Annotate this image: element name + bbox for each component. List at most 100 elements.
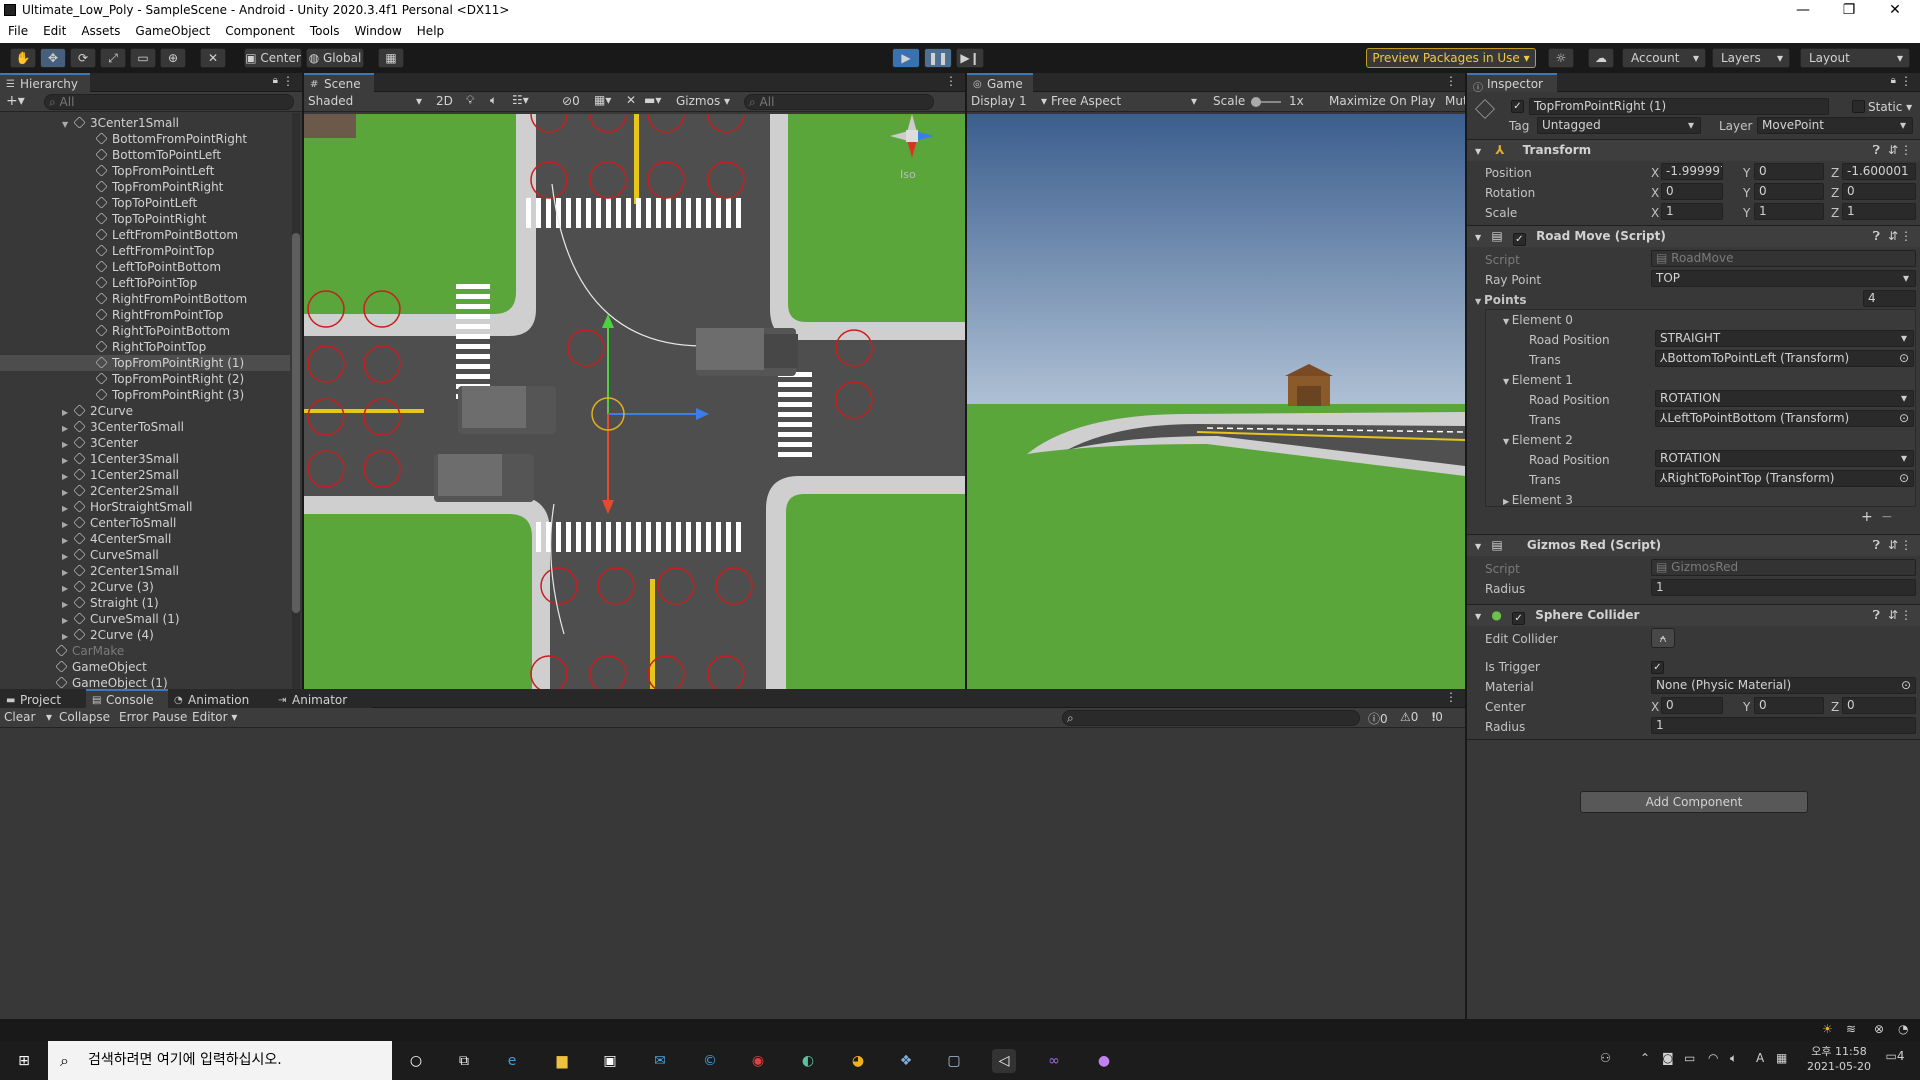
wifi-icon[interactable]: ◠ <box>1708 1051 1718 1065</box>
element-3-foldout[interactable]: ▶ Element 3 <box>1503 493 1573 507</box>
center-z-field[interactable]: 0 <box>1842 697 1916 714</box>
ray-point-dropdown[interactable]: TOP <box>1651 270 1916 287</box>
rotation-y-field[interactable]: 0 <box>1754 183 1824 200</box>
scale-tool-icon[interactable]: ⤢ <box>100 48 126 68</box>
pause-button[interactable]: ❚❚ <box>924 48 952 68</box>
rotate-tool-icon[interactable]: ⟳ <box>70 48 96 68</box>
tab-console[interactable]: ▤ Console <box>86 689 168 708</box>
tools-icon[interactable]: ✕ <box>626 93 636 107</box>
static-dropdown[interactable]: Static ▾ <box>1868 100 1912 114</box>
game-viewport[interactable] <box>967 114 1465 689</box>
notifications-button[interactable]: ▭4 <box>1880 1049 1910 1073</box>
remove-element-button[interactable]: − <box>1881 509 1893 525</box>
menu-tools[interactable]: Tools <box>302 22 347 38</box>
store-icon[interactable]: ▣ <box>598 1049 622 1073</box>
visual-studio-icon[interactable]: ∞ <box>1042 1049 1066 1073</box>
2d-toggle[interactable]: 2D <box>436 94 453 108</box>
scene-search-input[interactable]: ⌕ All <box>744 94 934 110</box>
preset-icon[interactable]: ⇵ <box>1888 140 1898 161</box>
pivot-center-button[interactable]: ▣ Center <box>244 48 302 68</box>
keyboard-icon[interactable]: ▦ <box>1776 1051 1787 1065</box>
hierarchy-item[interactable]: ▶ 2Center1Small <box>0 563 290 579</box>
hierarchy-item[interactable]: TopFromPointLeft <box>0 163 290 179</box>
cloud-icon[interactable]: ☁ <box>1588 48 1614 68</box>
hand-tool-icon[interactable]: ✋ <box>10 48 36 68</box>
position-y-field[interactable]: 0 <box>1754 163 1824 180</box>
tab-scene[interactable]: # Scene <box>304 73 374 92</box>
effects-icon[interactable]: ☷▾ <box>512 93 529 107</box>
scene-viewport[interactable]: Iso <box>304 114 965 689</box>
people-icon[interactable]: ⚇ <box>1600 1051 1611 1065</box>
error-pause-toggle[interactable]: Error Pause <box>119 710 187 724</box>
rotation-x-field[interactable]: 0 <box>1661 183 1723 200</box>
transform-tool-icon[interactable]: ⊕ <box>160 48 186 68</box>
volume-icon[interactable]: 🔈︎ <box>1730 1051 1737 1066</box>
roadmove-header[interactable]: ▼ ▤ ✓ Road Move (Script) ❓︎ ⇵ ⋮ <box>1467 225 1920 247</box>
minimize-button[interactable]: — <box>1780 0 1826 22</box>
tab-game[interactable]: ◎ Game <box>967 73 1033 92</box>
active-checkbox[interactable]: ✓ <box>1511 100 1524 113</box>
gitkraken-icon[interactable]: ◐ <box>796 1049 820 1073</box>
transform-header[interactable]: ▼ ⅄ Transform ❓︎ ⇵ ⋮ <box>1467 139 1920 161</box>
layout-dropdown[interactable]: Layout ▾ <box>1800 48 1910 68</box>
hierarchy-item[interactable]: TopToPointLeft <box>0 195 290 211</box>
lighting-icon[interactable]: 💡︎ <box>466 93 474 108</box>
clock[interactable]: 오후 11:58 2021-05-20 <box>1800 1044 1878 1074</box>
hierarchy-item[interactable]: LeftFromPointTop <box>0 243 290 259</box>
sphere-radius-field[interactable]: 1 <box>1651 717 1916 734</box>
layer-dropdown[interactable]: MovePoint <box>1757 117 1913 134</box>
gizmosred-radius-field[interactable]: 1 <box>1651 579 1916 596</box>
log-count-toggle[interactable]: ⓘ0 <box>1368 710 1388 727</box>
sphere-collider-header[interactable]: ▼ ● ✓ Sphere Collider ❓︎ ⇵ ⋮ <box>1467 604 1920 626</box>
hierarchy-item[interactable]: ▶ 2Center2Small <box>0 483 290 499</box>
add-component-button[interactable]: Add Component <box>1580 791 1808 813</box>
console-search-input[interactable]: ⌕ <box>1062 710 1360 726</box>
scale-z-field[interactable]: 1 <box>1842 203 1916 220</box>
hierarchy-item[interactable]: GameObject (1) <box>0 675 290 689</box>
menu-window[interactable]: Window <box>346 22 408 38</box>
edge-icon[interactable]: e <box>500 1049 524 1073</box>
component-menu-icon[interactable]: ⋮ <box>1900 226 1912 247</box>
scale-x-field[interactable]: 1 <box>1661 203 1723 220</box>
rect-tool-icon[interactable]: ▭ <box>130 48 156 68</box>
element-1-road-position-dropdown[interactable]: ROTATION <box>1655 390 1914 407</box>
windows-start-icon[interactable]: ⊞ <box>12 1049 36 1073</box>
auto-generate-lighting-icon[interactable]: ☀ <box>1822 1022 1833 1036</box>
sphere-collider-enabled-checkbox[interactable]: ✓ <box>1512 612 1526 625</box>
console-more-icon[interactable]: ⋮ <box>1445 690 1457 704</box>
close-button[interactable]: ✕ <box>1872 0 1918 22</box>
maximize-button[interactable]: ❐ <box>1826 0 1872 22</box>
hierarchy-item[interactable]: RightToPointBottom <box>0 323 290 339</box>
mail-icon[interactable]: ✉ <box>648 1049 672 1073</box>
collapse-toggle[interactable]: Collapse <box>59 710 110 724</box>
element-2-trans-field[interactable]: ⅄RightToPointTop (Transform) ⊙ <box>1655 470 1914 487</box>
hierarchy-search-input[interactable]: ⌕ All <box>44 94 294 110</box>
hierarchy-item[interactable]: ▼ 3Center1Small <box>0 115 290 131</box>
hierarchy-item[interactable]: CarMake <box>0 643 290 659</box>
position-z-field[interactable]: -1.600001 <box>1842 163 1916 180</box>
task-view-icon[interactable]: ⧉ <box>452 1049 476 1073</box>
file-explorer-icon[interactable]: ▆ <box>550 1049 574 1073</box>
object-picker-icon[interactable]: ⊙ <box>1899 471 1909 486</box>
material-field[interactable]: None (Physic Material) ⊙ <box>1651 677 1916 694</box>
hierarchy-item[interactable]: BottomToPointLeft <box>0 147 290 163</box>
editor-dropdown[interactable]: Editor ▾ <box>192 710 238 724</box>
preset-icon[interactable]: ⇵ <box>1888 226 1898 247</box>
tab-project[interactable]: ▬ Project <box>0 689 86 708</box>
position-x-field[interactable]: -1.999997 <box>1661 163 1723 180</box>
tag-dropdown[interactable]: Untagged <box>1537 117 1701 134</box>
tab-animator[interactable]: ⇥ Animator <box>272 689 372 708</box>
ime-indicator[interactable]: A <box>1756 1051 1764 1065</box>
hierarchy-item[interactable]: ▶ 2Curve (4) <box>0 627 290 643</box>
hierarchy-item[interactable]: ▶ 2Curve <box>0 403 290 419</box>
hierarchy-item[interactable]: ▶ CurveSmall <box>0 547 290 563</box>
roadmove-enabled-checkbox[interactable]: ✓ <box>1512 233 1526 246</box>
lock-icon[interactable]: 🔒︎ <box>273 75 278 86</box>
static-checkbox[interactable] <box>1852 100 1865 113</box>
unity-taskbar-icon[interactable]: ◁ <box>992 1049 1016 1073</box>
tab-hierarchy[interactable]: ☰ Hierarchy <box>0 73 90 92</box>
element-0-road-position-dropdown[interactable]: STRAIGHT <box>1655 330 1914 347</box>
element-0-foldout[interactable]: ▼ Element 0 <box>1503 313 1573 327</box>
element-1-trans-field[interactable]: ⅄LeftToPointBottom (Transform) ⊙ <box>1655 410 1914 427</box>
audio-icon[interactable]: 🔈︎ <box>490 93 497 108</box>
